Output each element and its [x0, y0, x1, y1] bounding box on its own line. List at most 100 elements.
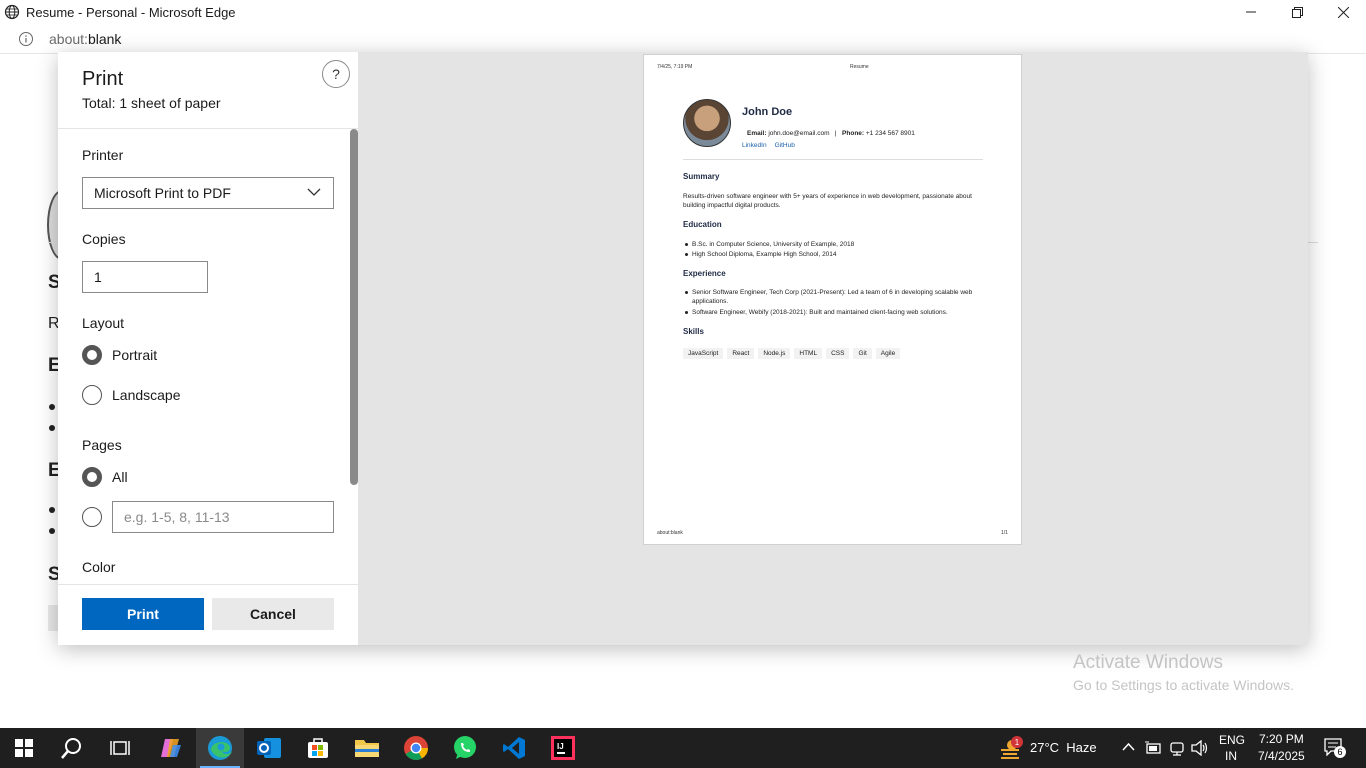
whatsapp-icon: [454, 736, 476, 759]
portrait-label: Portrait: [112, 347, 158, 363]
pages-label: Pages: [82, 437, 122, 453]
pages-custom-radio[interactable]: [82, 507, 102, 527]
print-settings-panel: Print Total: 1 sheet of paper ? Printer …: [58, 52, 358, 645]
printer-label: Printer: [82, 147, 124, 163]
info-icon[interactable]: [18, 31, 34, 47]
copies-label: Copies: [82, 231, 126, 247]
restore-button[interactable]: [1274, 0, 1320, 24]
close-window-button[interactable]: [1320, 0, 1366, 24]
vscode-button[interactable]: [490, 728, 538, 768]
resume-contact: Email: john.doe@email.com | Phone: +1 23…: [747, 130, 915, 137]
notifications-button[interactable]: 6: [1324, 738, 1346, 758]
copies-input[interactable]: 1: [82, 261, 208, 293]
settings-scrollbar[interactable]: [350, 129, 358, 485]
taskbar: IJ 1 27°C Haze ENG IN 7:20 PM 7/4/2025 6: [0, 728, 1366, 768]
activation-watermark-title: Activate Windows: [1073, 652, 1223, 673]
github-link: GitHub: [774, 142, 795, 149]
skill-chip: JavaScript: [683, 348, 724, 359]
pages-all-radio[interactable]: [82, 467, 102, 487]
copilot-icon: [161, 739, 181, 757]
linkedin-link: LinkedIn: [742, 142, 767, 149]
skill-chip: CSS: [826, 348, 850, 359]
minimize-icon: [1246, 11, 1256, 13]
outlook-button[interactable]: [245, 728, 293, 768]
window-title: Resume - Personal - Microsoft Edge: [26, 4, 236, 20]
chevron-up-icon[interactable]: [1122, 742, 1135, 752]
intellij-icon: IJ: [551, 736, 575, 760]
network-icon[interactable]: [1169, 740, 1185, 756]
restore-icon: [1291, 6, 1303, 18]
language-indicator[interactable]: ENG IN: [1214, 732, 1248, 764]
layout-label: Layout: [82, 315, 125, 331]
preview-footer-url: about:blank: [657, 530, 683, 536]
file-explorer-button[interactable]: [343, 728, 391, 768]
printer-select[interactable]: Microsoft Print to PDF: [82, 177, 334, 209]
resume-name: John Doe: [742, 106, 793, 118]
experience-heading: Experience: [683, 269, 726, 278]
background-bullet: [49, 425, 55, 431]
preview-header-title: Resume: [850, 64, 869, 70]
landscape-label: Landscape: [112, 387, 181, 403]
summary-text: Results-driven software engineer with 5+…: [683, 193, 972, 209]
url-text[interactable]: about:blank: [49, 31, 121, 47]
svg-text:IJ: IJ: [557, 742, 564, 751]
preview-footer-page: 1/1: [1001, 530, 1008, 536]
pages-range-input[interactable]: e.g. 1-5, 8, 11-13: [112, 501, 334, 533]
copilot-button[interactable]: [147, 728, 195, 768]
clock-date: 7/4/2025: [1258, 749, 1305, 763]
printer-value: Microsoft Print to PDF: [94, 185, 231, 201]
color-label: Color: [82, 559, 116, 575]
education-item: B.Sc. in Computer Science, University of…: [685, 240, 987, 249]
store-button[interactable]: [294, 728, 342, 768]
resume-avatar: [683, 99, 731, 147]
search-icon: [61, 738, 81, 759]
search-button[interactable]: [48, 728, 96, 768]
portrait-radio[interactable]: [82, 345, 102, 365]
volume-icon[interactable]: [1191, 740, 1209, 756]
address-bar[interactable]: about:blank: [0, 24, 1366, 54]
skill-chip: Node.js: [758, 348, 791, 359]
weather-button[interactable]: [992, 728, 1028, 768]
windows-icon: [15, 739, 33, 757]
skills-heading: Skills: [683, 327, 704, 336]
print-button[interactable]: Print: [82, 598, 204, 630]
globe-icon: [4, 4, 20, 20]
outlook-icon: [257, 738, 281, 758]
weather-alert-badge: 1: [1011, 736, 1023, 748]
task-view-button[interactable]: [96, 728, 144, 768]
cancel-button[interactable]: Cancel: [212, 598, 334, 630]
print-preview-page: 7/4/25, 7:19 PM Resume John Doe Email: j…: [643, 54, 1022, 545]
task-view-icon: [110, 741, 130, 755]
clock-time: 7:20 PM: [1259, 732, 1304, 746]
landscape-radio[interactable]: [82, 385, 102, 405]
skill-chip: Agile: [875, 348, 901, 359]
edge-taskbar-button[interactable]: [196, 728, 244, 768]
print-header: Print Total: 1 sheet of paper ?: [58, 52, 358, 129]
chevron-down-icon: [307, 188, 321, 196]
folder-icon: [355, 740, 379, 757]
intellij-button[interactable]: IJ: [539, 728, 587, 768]
region-code: IN: [1225, 749, 1237, 763]
education-item: High School Diploma, Example High School…: [685, 250, 987, 259]
print-dialog: Print Total: 1 sheet of paper ? Printer …: [58, 52, 1308, 645]
skills-list: JavaScript React Node.js HTML CSS Git Ag…: [683, 348, 904, 359]
preview-header-date: 7/4/25, 7:19 PM: [657, 64, 693, 70]
notification-count: 6: [1334, 746, 1346, 758]
clock[interactable]: 7:20 PM 7/4/2025: [1255, 731, 1325, 765]
close-icon: [1337, 6, 1349, 18]
whatsapp-button[interactable]: [441, 728, 489, 768]
help-button[interactable]: ?: [322, 60, 350, 88]
chrome-button[interactable]: [392, 728, 440, 768]
start-button[interactable]: [0, 728, 48, 768]
experience-item: Software Engineer, Webify (2018-2021): B…: [685, 308, 987, 317]
education-heading: Education: [683, 220, 722, 229]
skill-chip: React: [727, 348, 755, 359]
battery-plugged-icon[interactable]: [1144, 740, 1162, 756]
background-bullet: [49, 528, 55, 534]
language-code: ENG: [1219, 733, 1246, 747]
chrome-icon: [404, 736, 428, 761]
weather-text[interactable]: 27°C Haze: [1030, 740, 1097, 755]
minimize-button[interactable]: [1228, 0, 1274, 24]
skill-chip: Git: [853, 348, 872, 359]
resume-divider: [683, 159, 983, 160]
